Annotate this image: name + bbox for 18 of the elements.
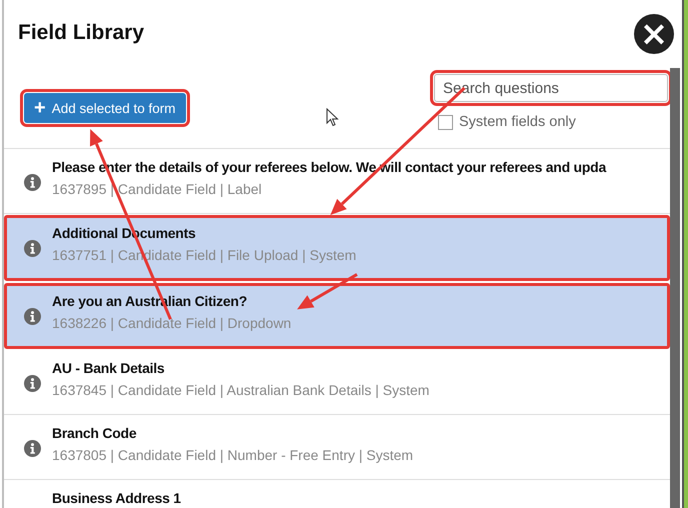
info-icon[interactable] bbox=[24, 440, 41, 457]
field-details: 1637805 | Candidate Field | Number - Free Entry | System bbox=[52, 447, 414, 463]
mouse-cursor-icon bbox=[326, 108, 339, 127]
dialog-title: Field Library bbox=[18, 21, 144, 45]
scrollbar[interactable] bbox=[670, 68, 680, 508]
info-icon[interactable] bbox=[24, 308, 41, 325]
checkbox[interactable] bbox=[438, 114, 453, 130]
info-icon[interactable] bbox=[24, 240, 41, 257]
add-selected-button[interactable]: + Add selected to form bbox=[24, 93, 186, 123]
info-icon[interactable] bbox=[24, 174, 41, 191]
field-title: Business Address 1 bbox=[52, 490, 181, 506]
field-details: 1638226 | Candidate Field | Dropdown bbox=[52, 315, 292, 331]
close-button[interactable]: × bbox=[634, 14, 674, 54]
info-icon[interactable] bbox=[24, 375, 41, 392]
field-details: 1637845 | Candidate Field | Australian Bank Details | System bbox=[52, 382, 430, 398]
field-title: Branch Code bbox=[52, 425, 138, 441]
field-title: AU - Bank Details bbox=[52, 360, 166, 376]
checkbox-label: System fields only bbox=[459, 114, 576, 130]
